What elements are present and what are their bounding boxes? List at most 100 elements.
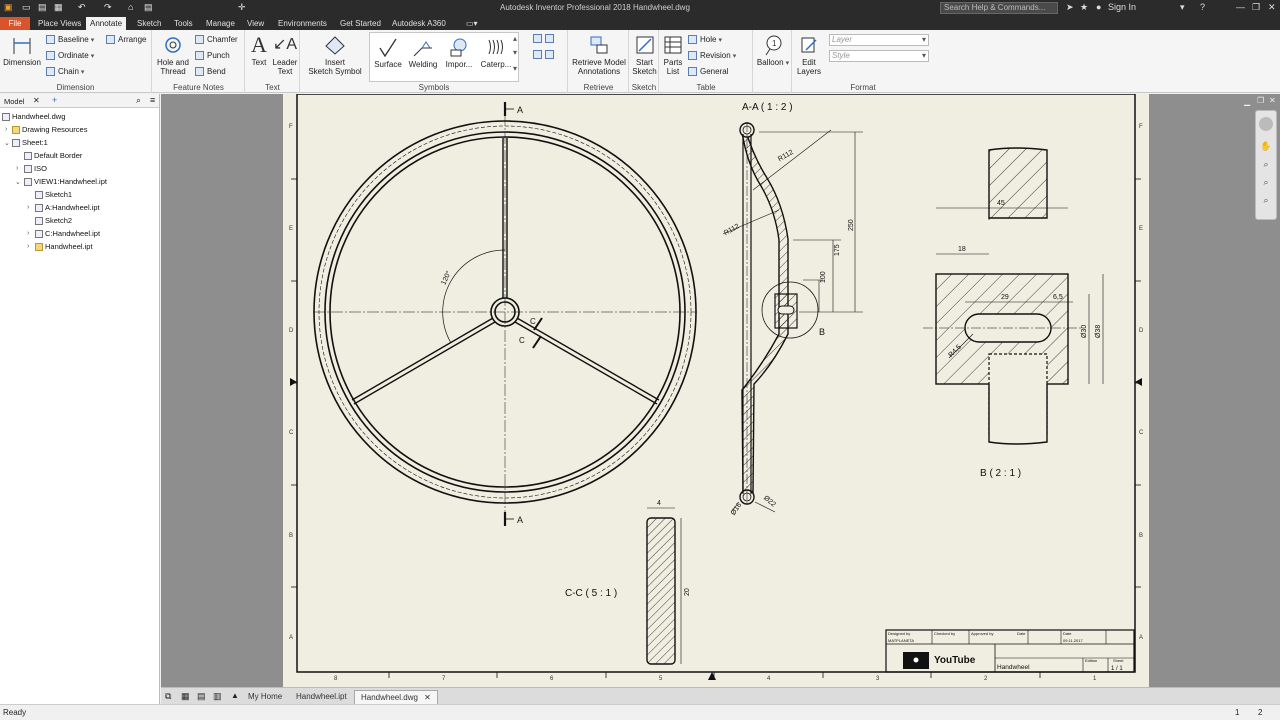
tree-item-section-c[interactable]: C:Handwheel.ipt bbox=[35, 229, 100, 239]
bend-button[interactable]: Bend bbox=[195, 67, 226, 77]
insert-sketch-symbol-button[interactable]: Insert Sketch Symbol bbox=[305, 32, 365, 76]
tab-menu-icon[interactable]: ▲ bbox=[231, 691, 239, 700]
revision-table-button[interactable]: Revision ▾ bbox=[688, 51, 736, 61]
menu-icon[interactable]: ≡ bbox=[150, 95, 155, 105]
gallery-expand-icon[interactable]: ▾ bbox=[513, 64, 517, 73]
tab-sketch[interactable]: Sketch bbox=[133, 17, 165, 30]
tile-vertical-icon[interactable]: ▥ bbox=[213, 691, 222, 702]
drawing-sheet[interactable]: F E D C B A F E D C B A 8 7 6 5 4 3 2 1 … bbox=[283, 93, 1149, 687]
dimension-button[interactable]: Dimension bbox=[2, 32, 42, 67]
close-icon[interactable]: ✕ bbox=[1268, 2, 1276, 13]
tab-get-started[interactable]: Get Started bbox=[336, 17, 385, 30]
expand-icon[interactable]: › bbox=[5, 126, 7, 133]
restore-icon[interactable]: ❐ bbox=[1252, 2, 1260, 13]
tab-tools[interactable]: Tools bbox=[170, 17, 197, 30]
view-section-cc[interactable] bbox=[646, 507, 682, 665]
star-icon[interactable]: ★ bbox=[1080, 2, 1088, 13]
tile-horizontal-icon[interactable]: ▤ bbox=[197, 691, 206, 702]
steering-wheel-icon[interactable] bbox=[1259, 117, 1273, 131]
ribbon-options-icon[interactable]: ▭▾ bbox=[462, 17, 482, 30]
general-table-button[interactable]: General bbox=[688, 67, 728, 77]
balloon-button[interactable]: 1 Balloon ▾ bbox=[755, 32, 791, 68]
dim-250[interactable]: 250 bbox=[848, 219, 855, 231]
redo-icon[interactable]: ↷ bbox=[104, 2, 112, 13]
parts-list-button[interactable]: Parts List bbox=[661, 32, 685, 76]
expand-icon[interactable]: › bbox=[27, 204, 29, 211]
tab-file[interactable]: File bbox=[0, 17, 30, 30]
expand-icon[interactable]: › bbox=[27, 243, 29, 250]
collapse-icon[interactable]: ⌄ bbox=[4, 139, 10, 147]
look-at-icon[interactable]: ⌕ bbox=[1260, 195, 1272, 207]
dim-d30[interactable]: Ø30 bbox=[1081, 325, 1088, 338]
drawing-canvas[interactable]: F E D C B A F E D C B A 8 7 6 5 4 3 2 1 … bbox=[161, 93, 1280, 687]
chamfer-button[interactable]: Chamfer bbox=[195, 35, 238, 45]
help-icon[interactable]: ? bbox=[1200, 2, 1205, 12]
cart-icon[interactable]: ▾ bbox=[1180, 2, 1185, 13]
centerline-icon[interactable] bbox=[533, 34, 557, 44]
arrange-button[interactable]: Arrange bbox=[106, 35, 146, 45]
zoom-window-icon[interactable]: ⌕ bbox=[1260, 177, 1272, 189]
expand-icon[interactable]: › bbox=[27, 230, 29, 237]
tree-item-handwheel-part[interactable]: Handwheel.ipt bbox=[35, 242, 93, 252]
canvas-restore-icon[interactable]: ❐ bbox=[1257, 96, 1264, 105]
binoculars-icon[interactable]: ➤ bbox=[1066, 2, 1074, 13]
tree-item-default-border[interactable]: Default Border bbox=[24, 151, 82, 161]
tree-item-iso[interactable]: ISO bbox=[24, 164, 47, 174]
save-icon[interactable]: ▦ bbox=[54, 2, 63, 13]
dim-100[interactable]: 100 bbox=[820, 271, 827, 283]
import-button[interactable]: Impor... bbox=[441, 34, 477, 69]
retrieve-model-annotations-button[interactable]: Retrieve Model Annotations bbox=[570, 32, 628, 76]
tab-annotate[interactable]: Annotate bbox=[86, 17, 127, 30]
dim-175[interactable]: 175 bbox=[834, 244, 841, 256]
angle-dimension[interactable]: 120° bbox=[439, 269, 452, 286]
dim-r112-top[interactable]: R112 bbox=[777, 149, 795, 163]
tree-item-drawing-resources[interactable]: Drawing Resources bbox=[12, 125, 87, 135]
undo-icon[interactable]: ↶ bbox=[78, 2, 86, 13]
baseline-button[interactable]: Baseline ▾ bbox=[46, 35, 94, 45]
doc-tab-my-home[interactable]: My Home bbox=[242, 690, 288, 704]
canvas-minimize-icon[interactable]: ▁ bbox=[1244, 97, 1250, 106]
expand-icon[interactable]: › bbox=[16, 165, 18, 172]
tree-item-view1[interactable]: VIEW1:Handwheel.ipt bbox=[24, 177, 107, 187]
doc-tab-handwheel-ipt[interactable]: Handwheel.ipt bbox=[290, 690, 353, 704]
tile-grid-icon[interactable]: ▦ bbox=[181, 691, 190, 702]
add-browser-icon[interactable]: + bbox=[52, 95, 57, 105]
home-icon[interactable]: ⌂ bbox=[128, 2, 133, 12]
dim-29[interactable]: 29 bbox=[1001, 294, 1009, 301]
style-select[interactable]: Style ▾ bbox=[829, 50, 929, 62]
surface-button[interactable]: Surface bbox=[371, 34, 405, 69]
chain-button[interactable]: Chain ▾ bbox=[46, 67, 84, 77]
tab-view[interactable]: View bbox=[243, 17, 268, 30]
view-aa-title[interactable]: A-A ( 1 : 2 ) bbox=[742, 102, 793, 113]
measure-icon[interactable]: ✛ bbox=[238, 2, 246, 13]
ordinate-button[interactable]: Ordinate ▾ bbox=[46, 51, 94, 61]
start-sketch-button[interactable]: Start Sketch bbox=[631, 32, 658, 76]
section-a-bottom-marker[interactable] bbox=[503, 512, 514, 526]
tab-autodesk-a360[interactable]: Autodesk A360 bbox=[388, 17, 450, 30]
tree-item-root[interactable]: Handwheel.dwg bbox=[2, 112, 65, 122]
gallery-scroll-up-icon[interactable]: ▴ bbox=[513, 34, 517, 43]
dim-d16[interactable]: Ø16 bbox=[730, 502, 743, 517]
punch-button[interactable]: Punch bbox=[195, 51, 230, 61]
tree-item-sketch1[interactable]: Sketch1 bbox=[35, 190, 72, 200]
dim-6-5[interactable]: 6,5 bbox=[1053, 294, 1063, 301]
minimize-icon[interactable]: — bbox=[1236, 2, 1245, 12]
tree-item-section-a[interactable]: A:Handwheel.ipt bbox=[35, 203, 100, 213]
hole-and-thread-button[interactable]: Hole and Thread bbox=[155, 32, 191, 76]
browser-tab-model[interactable]: Model bbox=[4, 97, 24, 106]
edit-layers-button[interactable]: Edit Layers bbox=[795, 32, 823, 76]
sign-in-link[interactable]: Sign In bbox=[1108, 2, 1136, 12]
new-icon[interactable]: ▭ bbox=[22, 2, 31, 13]
tab-environments[interactable]: Environments bbox=[274, 17, 331, 30]
detail-b-label[interactable]: B bbox=[819, 327, 825, 337]
center-mark-icon[interactable] bbox=[533, 50, 557, 60]
view-detail-b[interactable] bbox=[923, 147, 1104, 445]
collapse-icon[interactable]: ⌄ bbox=[15, 178, 21, 186]
search-input[interactable]: Search Help & Commands... bbox=[940, 2, 1058, 14]
dim-r112-left[interactable]: R112 bbox=[723, 223, 741, 237]
leader-text-button[interactable]: ↙A Leader Text bbox=[272, 32, 298, 76]
tree-item-sketch2[interactable]: Sketch2 bbox=[35, 216, 72, 226]
view-section-aa[interactable] bbox=[722, 122, 863, 513]
user-icon[interactable]: ● bbox=[1096, 2, 1101, 12]
open-icon[interactable]: ▤ bbox=[38, 2, 47, 13]
